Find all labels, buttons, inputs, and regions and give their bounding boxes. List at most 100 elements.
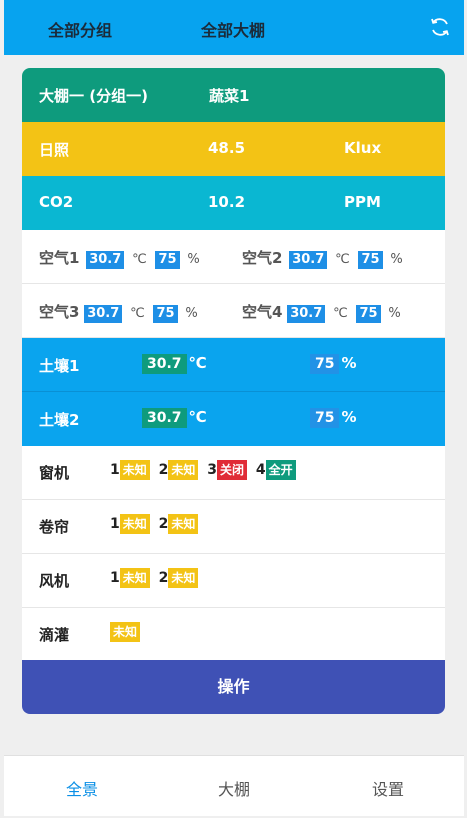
- device-index: 1: [110, 462, 120, 478]
- nav-settings[interactable]: 设置: [372, 776, 404, 800]
- nav-overview[interactable]: 全景: [66, 776, 98, 800]
- air-humidity-unit: %: [187, 252, 200, 267]
- status-badge: 未知: [110, 622, 141, 642]
- soil-humidity-unit: %: [341, 354, 357, 372]
- soil-row-2: 土壤2 30.7 ℃ 75%: [22, 392, 445, 446]
- curtain-1[interactable]: 1 未知: [110, 514, 150, 534]
- status-badge: 未知: [168, 514, 199, 534]
- status-badge: 未知: [119, 514, 150, 534]
- air-humidity-unit: %: [185, 306, 198, 321]
- curtain-2[interactable]: 2 未知: [159, 514, 199, 534]
- air-humidity-unit: %: [388, 306, 401, 321]
- light-row: 日照 48.5 Klux: [22, 122, 445, 176]
- fan-1[interactable]: 1 未知: [110, 568, 150, 588]
- co2-value: 10.2: [208, 193, 246, 211]
- window-2[interactable]: 2 未知: [159, 460, 199, 480]
- air-humidity-value: 75: [155, 251, 180, 269]
- soil-humidity-value: 75: [310, 354, 340, 374]
- soil-temp-value: 30.7: [142, 408, 187, 428]
- soil-label: 土壤1: [39, 357, 80, 375]
- air-label: 空气1: [39, 249, 80, 267]
- crop-name: 蔬菜1: [209, 87, 250, 105]
- air-label: 空气4: [242, 303, 283, 321]
- status-badge: 关闭: [217, 460, 248, 480]
- soil-temp: 30.7 ℃: [142, 353, 207, 374]
- drip-status[interactable]: 未知: [110, 622, 141, 642]
- soil-temp-unit: ℃: [188, 354, 207, 372]
- soil-humidity-value: 75: [310, 408, 340, 428]
- device-index: 4: [255, 462, 266, 478]
- air-row-2: 空气3 30.7 ℃ 75 % 空气4 30.7 ℃ 75 %: [22, 284, 445, 338]
- soil-row-1: 土壤1 30.7 ℃ 75%: [22, 338, 445, 392]
- greenhouse-title-row[interactable]: 大棚一 (分组一) 蔬菜1: [22, 68, 445, 122]
- device-row-curtain: 卷帘 1 未知 2 未知: [22, 500, 445, 554]
- device-name: 卷帘: [39, 518, 70, 536]
- device-name: 风机: [39, 572, 70, 590]
- device-name: 窗机: [39, 464, 70, 482]
- light-value: 48.5: [208, 139, 246, 157]
- greenhouse-card: 大棚一 (分组一) 蔬菜1 日照 48.5 Klux CO2 10.2 PPM …: [22, 68, 445, 714]
- air-temp-unit: ℃: [333, 306, 348, 321]
- air-temp-unit: ℃: [130, 306, 145, 321]
- status-badge: 未知: [119, 568, 150, 588]
- soil-temp-unit: ℃: [188, 408, 207, 426]
- device-index: 1: [110, 516, 120, 532]
- air-humidity-value: 75: [153, 305, 178, 323]
- refresh-icon[interactable]: [428, 15, 452, 39]
- top-bar: 全部分组 全部大棚: [4, 0, 464, 55]
- air-label: 空气3: [39, 303, 80, 321]
- device-row-window: 窗机 1 未知 2 未知 3 关闭 4 全开: [22, 446, 445, 500]
- soil-humidity: 75%: [310, 407, 357, 428]
- device-items: 1 未知 2 未知 3 关闭 4 全开: [110, 460, 300, 480]
- window-1[interactable]: 1 未知: [110, 460, 150, 480]
- air-sensor-1: 空气1 30.7 ℃ 75 %: [39, 247, 204, 269]
- status-badge: 全开: [265, 460, 296, 480]
- device-row-fan: 风机 1 未知 2 未知: [22, 554, 445, 608]
- status-badge: 未知: [168, 568, 199, 588]
- device-index: 2: [158, 570, 169, 586]
- air-sensor-4: 空气4 30.7 ℃ 75 %: [242, 301, 405, 323]
- air-sensor-3: 空气3 30.7 ℃ 75 %: [39, 301, 202, 323]
- light-label: 日照: [39, 141, 70, 159]
- air-temp-value: 30.7: [289, 251, 328, 269]
- air-temp-unit: ℃: [335, 252, 350, 267]
- air-humidity-value: 75: [358, 251, 383, 269]
- light-unit: Klux: [344, 139, 382, 157]
- operate-button[interactable]: 操作: [22, 660, 445, 714]
- device-row-drip: 滴灌 未知: [22, 608, 445, 662]
- co2-unit: PPM: [344, 193, 381, 211]
- co2-label: CO2: [39, 193, 74, 211]
- soil-temp: 30.7 ℃: [142, 407, 207, 428]
- tab-all-groups[interactable]: 全部分组: [48, 17, 112, 41]
- air-label: 空气2: [242, 249, 283, 267]
- soil-temp-value: 30.7: [142, 354, 187, 374]
- air-temp-value: 30.7: [86, 251, 125, 269]
- status-badge: 未知: [119, 460, 150, 480]
- device-index: 2: [158, 462, 169, 478]
- air-temp-value: 30.7: [287, 305, 326, 323]
- greenhouse-name: 大棚一 (分组一): [39, 87, 148, 105]
- device-index: 1: [110, 570, 120, 586]
- window-4[interactable]: 4 全开: [256, 460, 296, 480]
- window-3[interactable]: 3 关闭: [207, 460, 248, 480]
- device-items: 未知: [110, 622, 144, 642]
- device-index: 2: [158, 516, 169, 532]
- device-index: 3: [207, 462, 218, 478]
- device-items: 1 未知 2 未知: [110, 514, 202, 534]
- soil-humidity: 75%: [310, 353, 357, 374]
- device-items: 1 未知 2 未知: [110, 568, 202, 588]
- nav-greenhouse[interactable]: 大棚: [218, 776, 250, 800]
- status-badge: 未知: [168, 460, 199, 480]
- air-humidity-value: 75: [356, 305, 381, 323]
- air-row-1: 空气1 30.7 ℃ 75 % 空气2 30.7 ℃ 75 %: [22, 230, 445, 284]
- bottom-nav: 全景 大棚 设置: [4, 755, 464, 816]
- air-humidity-unit: %: [390, 252, 403, 267]
- soil-label: 土壤2: [39, 411, 80, 429]
- soil-humidity-unit: %: [341, 408, 357, 426]
- device-name: 滴灌: [39, 626, 70, 644]
- tab-all-greenhouses[interactable]: 全部大棚: [201, 17, 265, 41]
- air-sensor-2: 空气2 30.7 ℃ 75 %: [242, 247, 407, 269]
- air-temp-value: 30.7: [84, 305, 123, 323]
- fan-2[interactable]: 2 未知: [159, 568, 199, 588]
- air-temp-unit: ℃: [132, 252, 147, 267]
